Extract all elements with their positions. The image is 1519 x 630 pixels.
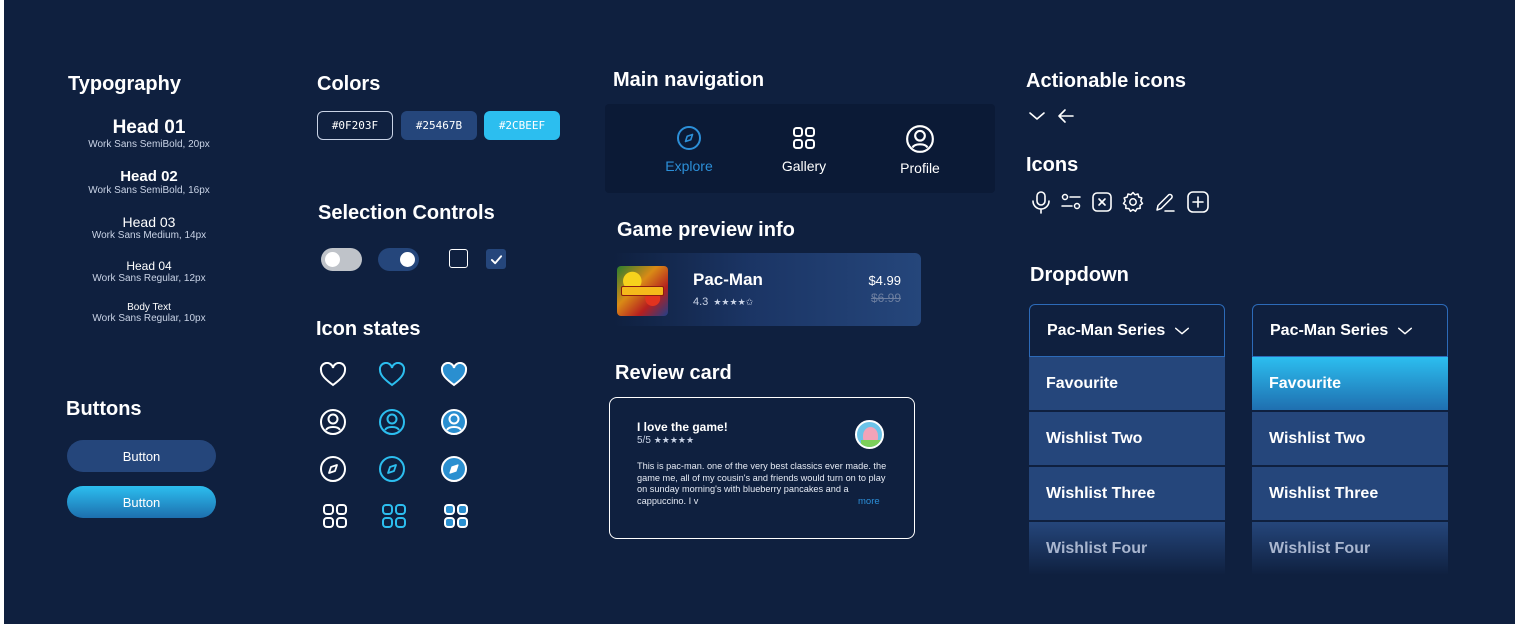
check-icon (490, 254, 502, 264)
sample-spec: Work Sans SemiBold, 20px (88, 139, 210, 150)
game-rating-value: 4.3 (693, 296, 709, 308)
review-card[interactable]: I love the game! 5/5 ★★★★★ This is pac-m… (609, 397, 915, 539)
profile-icon (906, 125, 934, 153)
dropdown-hover: Pac-Man Series Favourite Wishlist Two Wi… (1252, 304, 1448, 575)
dropdown-selected-label: Pac-Man Series (1270, 321, 1389, 339)
icons-heading: Icons (1026, 154, 1079, 176)
sample-title: Body Text (127, 302, 171, 313)
star-rating-icon: ★★★★✩ (713, 297, 754, 307)
game-preview-heading: Game preview info (617, 219, 795, 241)
icon-states-heading: Icon states (316, 318, 421, 340)
chevron-down-icon[interactable] (1027, 106, 1047, 126)
dropdown-option[interactable]: Wishlist Two (1029, 412, 1225, 465)
star-rating-icon: ★★★★★ (653, 435, 695, 445)
toggle-off[interactable] (321, 248, 362, 271)
dropdown-option[interactable]: Favourite (1029, 357, 1225, 410)
dropdown-option[interactable]: Wishlist Four (1252, 522, 1448, 575)
review-card-heading: Review card (615, 362, 732, 384)
profile-icon-filled[interactable] (439, 407, 469, 437)
accent-button[interactable]: Button (67, 486, 216, 518)
checkbox-unchecked[interactable] (449, 249, 468, 268)
dropdown-default: Pac-Man Series Favourite Wishlist Two Wi… (1029, 304, 1225, 575)
gallery-icon-active[interactable] (379, 501, 409, 531)
sample-title: Head 02 (120, 168, 178, 185)
dropdown-option[interactable]: Wishlist Four (1029, 522, 1225, 575)
heart-icon-filled[interactable] (439, 360, 469, 390)
gallery-icon[interactable] (320, 501, 350, 531)
game-cover-image (617, 266, 668, 316)
chevron-down-icon (1175, 327, 1190, 334)
nav-item-profile[interactable]: Profile (870, 124, 970, 176)
add-box-icon[interactable] (1186, 190, 1210, 214)
compass-icon[interactable] (318, 454, 348, 484)
review-rating-value: 5/5 (637, 435, 651, 446)
color-swatch-primary: #25467B (401, 111, 477, 140)
compass-icon-filled[interactable] (439, 454, 469, 484)
avatar (855, 420, 884, 449)
color-swatch-accent: #2CBEEF (484, 111, 560, 140)
sample-title: Head 04 (126, 259, 172, 273)
typography-sample-body: Body Text Work Sans Regular, 10px (64, 302, 234, 324)
dropdown-option[interactable]: Wishlist Three (1029, 467, 1225, 520)
profile-icon-active[interactable] (377, 407, 407, 437)
dropdown-option[interactable]: Wishlist Two (1252, 412, 1448, 465)
profile-icon[interactable] (318, 407, 348, 437)
sample-spec: Work Sans SemiBold, 16px (88, 185, 210, 196)
dropdown-trigger[interactable]: Pac-Man Series (1252, 304, 1448, 357)
gear-icon[interactable] (1121, 190, 1145, 214)
typography-heading: Typography (68, 73, 181, 95)
typography-sample-head04: Head 04 Work Sans Regular, 12px (64, 259, 234, 284)
toggle-knob (400, 252, 415, 267)
gallery-icon (793, 127, 815, 149)
typography-sample-head03: Head 03 Work Sans Medium, 14px (64, 214, 234, 241)
typography-sample-head01: Head 01 Work Sans SemiBold, 20px (64, 117, 234, 150)
nav-item-explore[interactable]: Explore (639, 124, 739, 174)
sample-spec: Work Sans Regular, 12px (92, 273, 206, 284)
color-swatch-background: #0F203F (317, 111, 393, 140)
review-title: I love the game! (637, 420, 728, 434)
game-rating: 4.3 ★★★★✩ (693, 296, 753, 308)
dropdown-heading: Dropdown (1030, 264, 1129, 286)
arrow-left-icon[interactable] (1056, 106, 1076, 126)
nav-item-label: Gallery (781, 158, 827, 174)
close-box-icon[interactable] (1091, 190, 1113, 214)
nav-item-label: Profile (900, 160, 940, 176)
microphone-icon[interactable] (1030, 190, 1052, 214)
chevron-down-icon (1398, 327, 1413, 334)
toggle-knob (325, 252, 340, 267)
game-old-price: $6.99 (870, 291, 901, 305)
checkbox-checked[interactable] (486, 249, 506, 269)
main-navigation-bar: Explore Gallery Profile (605, 104, 995, 193)
dropdown-option[interactable]: Wishlist Three (1252, 467, 1448, 520)
actionable-icons-heading: Actionable icons (1026, 70, 1187, 92)
main-nav-heading: Main navigation (613, 69, 765, 91)
review-rating: 5/5 ★★★★★ (637, 435, 694, 446)
compass-icon (677, 126, 701, 150)
selection-heading: Selection Controls (318, 202, 495, 224)
sample-spec: Work Sans Medium, 14px (91, 230, 207, 241)
dropdown-option-hovered[interactable]: Favourite (1252, 357, 1448, 410)
buttons-heading: Buttons (66, 398, 142, 420)
gallery-icon-filled[interactable] (441, 501, 471, 531)
sample-spec: Work Sans Regular, 10px (92, 313, 206, 324)
nav-item-label: Explore (665, 158, 713, 174)
sample-title: Head 01 (112, 117, 186, 138)
nav-item-gallery[interactable]: Gallery (754, 124, 854, 174)
sample-title: Head 03 (122, 214, 176, 230)
game-title: Pac-Man (693, 270, 763, 289)
toggle-on[interactable] (378, 248, 419, 271)
read-more-link[interactable]: more (858, 496, 880, 507)
game-price: $4.99 (868, 273, 901, 288)
typography-sample-head02: Head 02 Work Sans SemiBold, 16px (64, 168, 234, 196)
compass-icon-active[interactable] (377, 454, 407, 484)
heart-icon-active[interactable] (377, 360, 407, 390)
primary-button[interactable]: Button (67, 440, 216, 472)
dropdown-selected-label: Pac-Man Series (1047, 321, 1166, 339)
heart-icon[interactable] (318, 360, 348, 390)
colors-heading: Colors (317, 73, 381, 95)
edit-icon[interactable] (1153, 190, 1177, 214)
filter-icon[interactable] (1060, 190, 1082, 214)
game-preview-card[interactable]: Pac-Man 4.3 ★★★★✩ $4.99 $6.99 (613, 253, 921, 326)
dropdown-trigger[interactable]: Pac-Man Series (1029, 304, 1225, 357)
